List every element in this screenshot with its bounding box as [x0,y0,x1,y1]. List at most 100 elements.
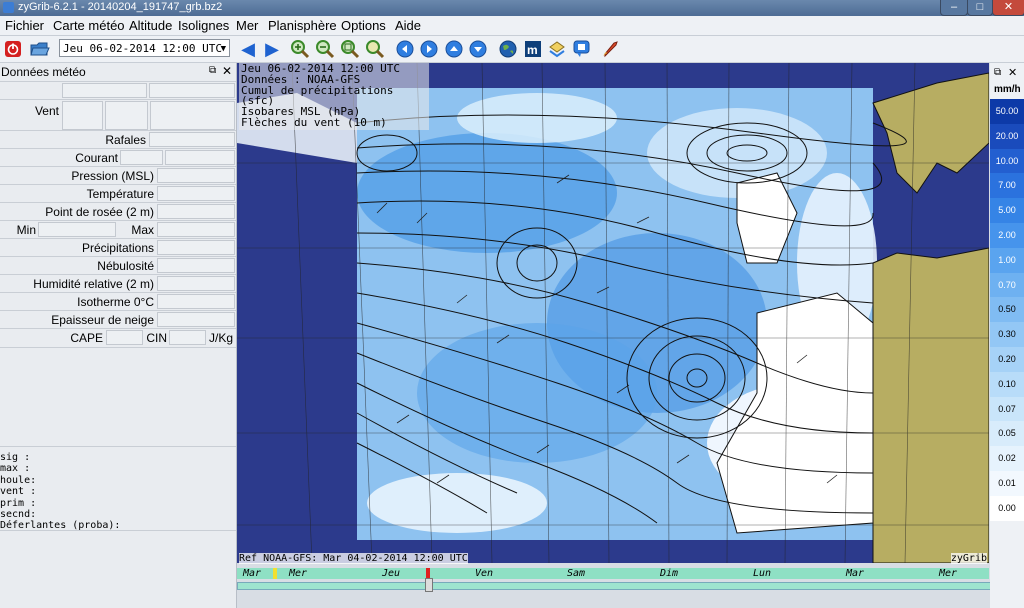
waves-max: max : [0,463,31,475]
menu-aide[interactable]: Aide [395,18,421,33]
map-canvas[interactable] [237,63,989,563]
timeline-day[interactable]: Jeu [382,568,400,579]
circle-left-icon[interactable] [395,39,415,59]
comment-icon[interactable] [572,39,592,59]
close-button[interactable]: ✕ [992,0,1024,16]
precip-row: Précipitations [0,238,236,257]
float-legend-icon[interactable]: ⧉ [994,67,1001,78]
waves-sig: sig : [0,452,31,463]
panel-header: Données météo ⧉ ✕ [0,63,236,81]
legend-value: 7.00 [990,173,1024,199]
zoom-fit-icon[interactable] [340,39,360,59]
legend-value: 0.00 [990,495,1024,521]
value-box [149,132,235,147]
weather-data-panel: Données météo ⧉ ✕ Vent Rafales Courant P… [0,63,237,608]
earth-icon[interactable] [498,39,518,59]
minmax-row: Min Max [0,220,236,239]
value-box [38,222,116,237]
position-row [0,81,236,100]
folder-open-icon[interactable] [30,39,50,59]
app-icon [3,2,14,13]
jkg-label: J/Kg [208,331,233,345]
legend-value: 0.50 [990,297,1024,323]
isotherm-label: Isotherme 0°C [77,295,154,309]
value-box [150,101,235,130]
cape-label: CAPE [70,331,103,345]
humidity-label: Humidité relative (2 m) [33,277,154,291]
time-slider-thumb[interactable] [425,578,433,592]
humidity-row: Humidité relative (2 m) [0,274,236,293]
minimize-button[interactable]: – [940,0,968,16]
reference-run: Ref NOAA-GFS: Mar 04-02-2014 12:00 UTC [239,553,468,564]
legend-value: 0.70 [990,272,1024,298]
menu-planisphere[interactable]: Planisphère [268,18,337,33]
arrow-left-icon[interactable]: ◀ [238,39,258,59]
date-select[interactable]: Jeu 06-02-2014 12:00 UTC ▼ [59,39,230,57]
zoom-area-icon[interactable] [365,39,385,59]
value-box [157,294,235,309]
menu-altitude[interactable]: Altitude [129,18,172,33]
cape-row: CAPE CIN J/Kg [0,328,236,347]
isotherm-row: Isotherme 0°C [0,292,236,311]
menu-bar: Fichier Carte météo Altitude Isolignes M… [0,16,1024,36]
arrow-right-icon[interactable]: ▶ [262,39,282,59]
map-info-layer: Cumul de précipitations (sfc) [241,83,394,108]
timeline-day[interactable]: Lun [753,568,771,579]
cloud-row: Nébulosité [0,256,236,275]
pressure-label: Pression (MSL) [71,169,154,183]
toolbar: Jeu 06-02-2014 12:00 UTC ▼ ◀ ▶ m [0,36,1024,63]
weather-map[interactable]: Jeu 06-02-2014 12:00 UTC Données : NOAA-… [237,63,989,563]
legend-value: 50.00 [990,99,1024,124]
timeline-day[interactable]: Dim [660,568,678,579]
legend-value: 2.00 [990,223,1024,248]
value-box [157,312,235,327]
timeline-day[interactable]: Mer [939,568,957,579]
rocket-icon[interactable] [600,39,620,59]
circle-down-icon[interactable] [468,39,488,59]
close-panel-icon[interactable]: ✕ [222,64,232,78]
current-row: Courant [0,148,236,167]
zoom-out-icon[interactable] [315,39,335,59]
menu-fichier[interactable]: Fichier [5,18,44,33]
circle-up-icon[interactable] [444,39,464,59]
legend-value: 0.05 [990,421,1024,447]
timeline-day[interactable]: Mar [846,568,864,579]
menu-mer[interactable]: Mer [236,18,258,33]
menu-isolignes[interactable]: Isolignes [178,18,229,33]
value-box [157,204,235,219]
value-box [106,330,143,345]
circle-right-icon[interactable] [419,39,439,59]
zoom-in-icon[interactable] [290,39,310,59]
wind-label: Vent [34,104,59,118]
timeline-marker [273,568,277,579]
timeline-bar[interactable]: Mar Mer Jeu Ven Sam Dim Lun Mar Mer [237,568,989,579]
layers-icon[interactable] [547,39,567,59]
map-info-wind: Flèches du vent (10 m) [241,115,387,129]
timeline-day[interactable]: Mer [289,568,307,579]
value-box [62,83,147,98]
value-box [62,101,103,130]
divider [0,446,236,447]
legend-value: 20.00 [990,123,1024,149]
dewpoint-row: Point de rosée (2 m) [0,202,236,221]
dewpoint-label: Point de rosée (2 m) [45,205,154,219]
waves-secondary: secnd: [0,509,37,521]
maximize-button[interactable]: □ [967,0,993,16]
meteogram-icon[interactable]: m [523,39,543,59]
float-panel-icon[interactable]: ⧉ [209,65,216,76]
menu-carte-meteo[interactable]: Carte météo [53,18,125,33]
legend-value: 1.00 [990,247,1024,273]
timeline-day[interactable]: Ven [475,568,493,579]
menu-options[interactable]: Options [341,18,386,33]
timeline-day[interactable]: Mar [243,568,261,579]
value-box [165,150,235,165]
value-box [157,240,235,255]
power-icon[interactable] [3,39,23,59]
divider [0,530,236,531]
legend-value: 0.02 [990,446,1024,471]
close-legend-icon[interactable]: ✕ [1008,66,1017,79]
timeline-day[interactable]: Sam [567,568,585,579]
snow-row: Epaisseur de neige [0,310,236,329]
waves-primary: prim : [0,497,37,509]
time-slider[interactable] [237,582,991,590]
